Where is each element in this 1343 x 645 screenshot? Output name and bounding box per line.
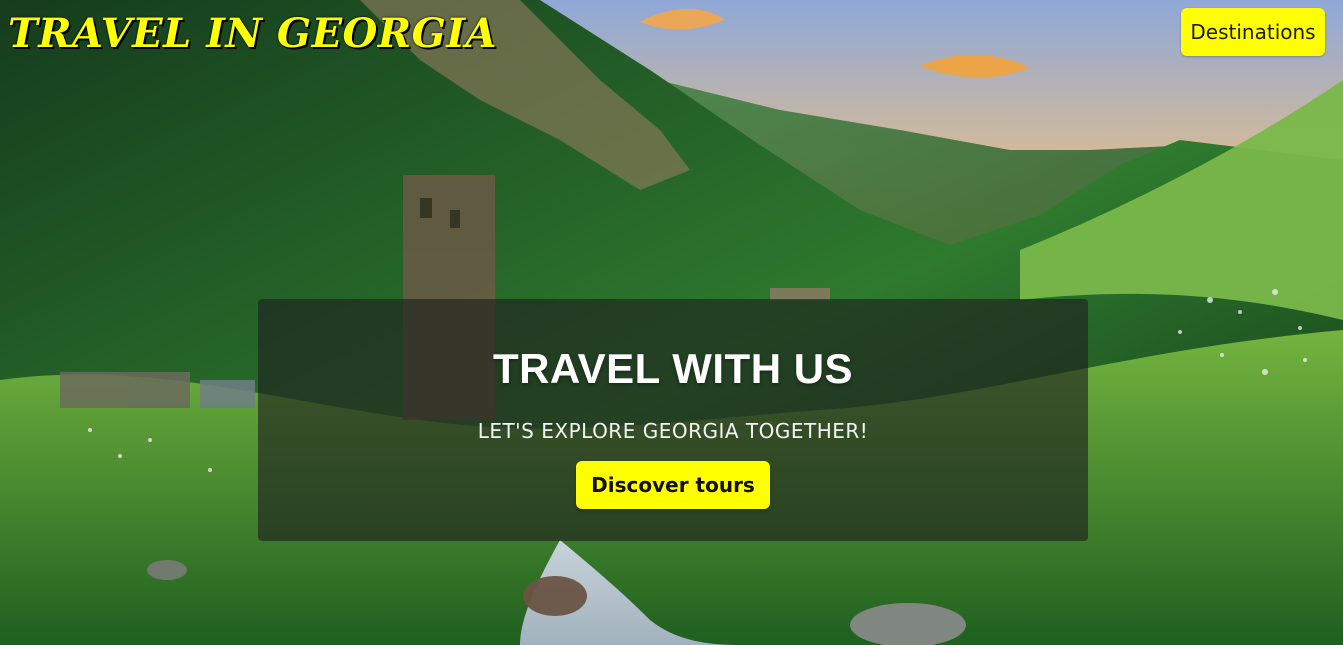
hero-overlay-card: TRAVEL WITH US LET'S EXPLORE GEORGIA TOG… [258, 299, 1088, 541]
site-logo-text[interactable]: TRAVEL IN GEORGIA [8, 8, 497, 60]
hero-title: TRAVEL WITH US [492, 345, 854, 392]
discover-tours-button[interactable]: Discover tours [576, 461, 770, 509]
hero-subtitle: LET'S EXPLORE GEORGIA TOGETHER! [477, 419, 869, 443]
destinations-button[interactable]: Destinations [1181, 8, 1325, 56]
